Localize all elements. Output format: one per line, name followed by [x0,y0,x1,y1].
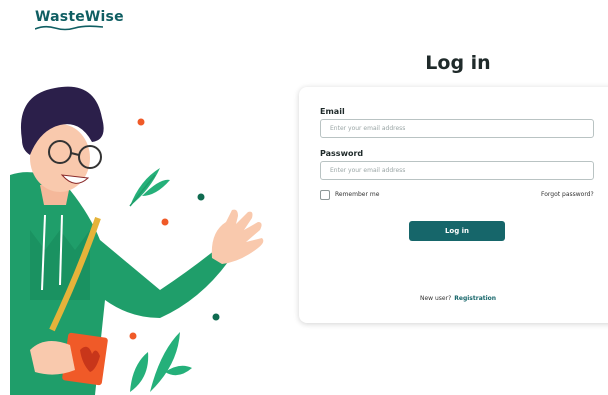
new-user-text: New user? [420,295,452,302]
remember-me-label: Remember me [335,191,380,198]
new-user-row: New user? Registration [420,295,496,302]
page-title: Log in [425,52,491,74]
brand-logo[interactable]: WasteWise [35,9,124,25]
leaf-icon [130,352,149,392]
email-label: Email [320,107,345,116]
forgot-password-link[interactable]: Forgot password? [541,191,594,198]
email-field[interactable] [320,119,594,138]
leaf-icon [150,332,180,392]
password-field[interactable] [320,161,594,180]
waving-man-illustration [10,86,264,395]
registration-link[interactable]: Registration [454,295,496,302]
logo-wave-icon [35,25,103,31]
password-label: Password [320,149,364,158]
login-card: Email Password Remember me Forgot passwo… [299,87,608,323]
login-button[interactable]: Log in [409,221,505,241]
remember-me-checkbox[interactable] [320,190,330,200]
